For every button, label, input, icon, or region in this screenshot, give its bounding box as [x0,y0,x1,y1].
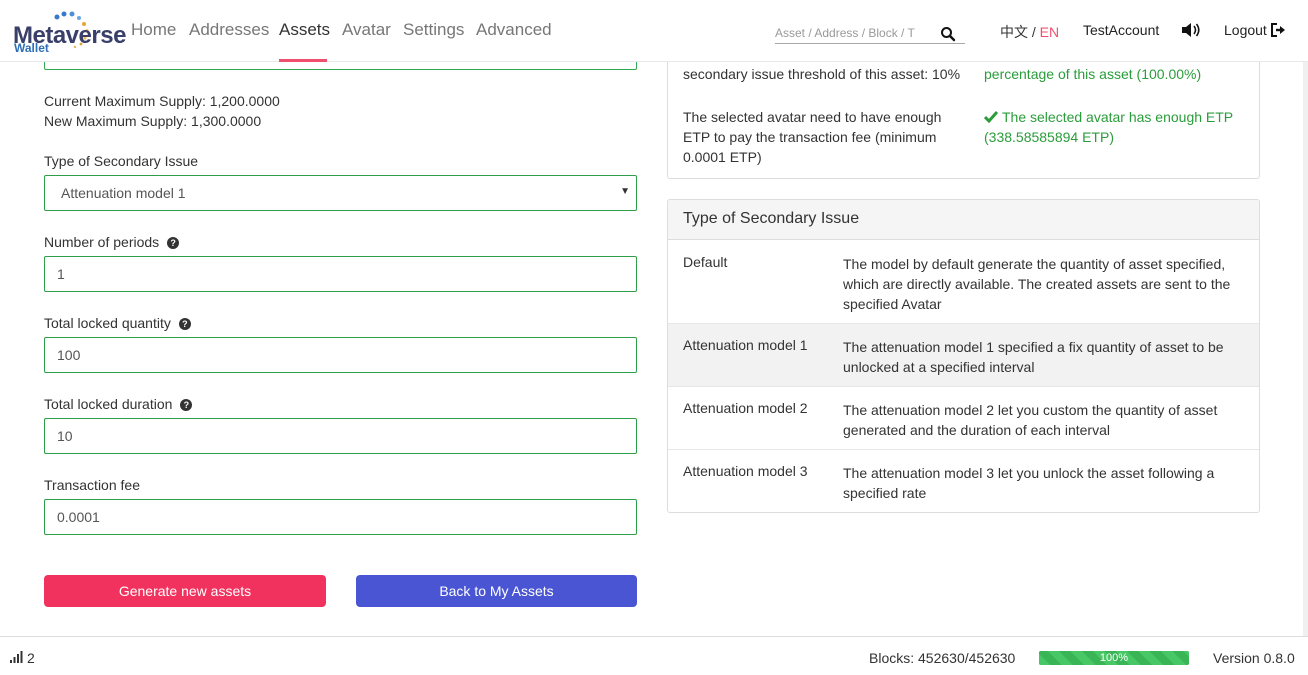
app-version: Version 0.8.0 [1213,650,1295,666]
type-label: Type of Secondary Issue [44,153,199,169]
nav-avatar[interactable]: Avatar [342,20,391,40]
locked-duration-label-text: Total locked duration [44,396,173,412]
help-icon[interactable]: ? [178,318,191,330]
search-input[interactable] [775,24,935,42]
table-row: Attenuation model 3 The attenuation mode… [668,450,1259,512]
logo-subtext: Wallet [14,41,49,55]
lang-en-link[interactable]: EN [1040,24,1059,40]
logout-icon[interactable] [1270,22,1286,38]
etp-requirement-line-2: ETP to pay the transaction fee (minimum [683,129,937,145]
peer-count: 2 [27,650,35,666]
lang-zh-link[interactable]: 中文 [1000,24,1028,40]
fee-label: Transaction fee [44,477,140,493]
sync-progress-label: 100% [1099,652,1129,664]
locked-qty-input[interactable]: 100 [44,337,637,373]
locked-qty-label: Total locked quantity? [44,315,191,331]
search-box [775,24,965,44]
active-tab-indicator [279,59,327,62]
model-name: Default [683,254,728,270]
threshold-text: secondary issue threshold of this asset:… [683,66,961,82]
locked-duration-input[interactable]: 10 [44,418,637,454]
model-description: The attenuation model 1 specified a fix … [843,339,1224,375]
chevron-down-icon: ▼ [620,186,630,197]
locked-qty-label-text: Total locked quantity [44,315,171,331]
block-height: Blocks: 452630/452630 [869,650,1016,666]
page-scrollbar[interactable] [1303,62,1308,636]
help-icon[interactable]: ? [180,399,193,411]
nav-addresses[interactable]: Addresses [189,20,269,40]
etp-result-line-2: (338.58585894 ETP) [984,129,1114,145]
panel-header: Type of Secondary Issue [668,200,1259,240]
model-description: The attenuation model 3 let you unlock t… [843,465,1215,501]
nav-advanced[interactable]: Advanced [476,20,552,40]
locked-qty-value: 100 [57,347,81,363]
model-description: The attenuation model 2 let you custom t… [843,402,1218,438]
search-icon[interactable] [940,26,956,42]
nav-settings[interactable]: Settings [403,20,464,40]
periods-value: 1 [57,266,65,282]
type-select[interactable]: Attenuation model 1 ▼ [44,175,637,211]
sound-icon[interactable] [1181,22,1201,38]
current-max-supply: Current Maximum Supply: 1,200.0000 [44,93,280,109]
model-name: Attenuation model 1 [683,337,808,353]
fee-input[interactable]: 0.0001 [44,499,637,535]
threshold-result: percentage of this asset (100.00%) [984,66,1202,82]
logout-button[interactable]: Logout [1224,22,1267,38]
secondary-issue-types-panel: Type of Secondary Issue Default The mode… [667,199,1260,513]
periods-label-text: Number of periods [44,234,160,250]
table-row: Attenuation model 1 The attenuation mode… [668,324,1259,387]
back-to-assets-button[interactable]: Back to My Assets [356,575,637,607]
fee-value: 0.0001 [57,509,100,525]
top-navbar: Metaverse Wallet Home Addresses Assets A… [0,0,1308,62]
lang-separator: / [1028,24,1040,40]
model-description: The model by default generate the quanti… [843,256,1231,312]
table-row: Attenuation model 2 The attenuation mode… [668,387,1259,450]
nav-home[interactable]: Home [131,20,176,40]
type-select-value: Attenuation model 1 [61,185,186,201]
language-switcher: 中文 / EN [1000,22,1059,42]
locked-duration-label: Total locked duration? [44,396,193,412]
etp-requirement-line-3: 0.0001 ETP) [683,149,762,165]
sync-progress-bar: 100% [1039,651,1189,665]
status-bar: 2 Blocks: 452630/452630 100% Version 0.8… [0,636,1308,675]
account-name[interactable]: TestAccount [1083,22,1159,38]
help-icon[interactable]: ? [167,237,180,249]
etp-result-line-1: The selected avatar has enough ETP [984,107,1233,127]
model-name: Attenuation model 2 [683,400,808,416]
check-icon [984,111,998,123]
periods-label: Number of periods? [44,234,180,250]
generate-assets-button[interactable]: Generate new assets [44,575,326,607]
panel-title: Type of Secondary Issue [683,210,860,227]
etp-result-text: The selected avatar has enough ETP [1002,109,1234,125]
metaverse-logo[interactable]: Metaverse Wallet [13,10,126,55]
periods-input[interactable]: 1 [44,256,637,292]
model-name: Attenuation model 3 [683,463,808,479]
locked-duration-value: 10 [57,428,73,444]
nav-assets[interactable]: Assets [279,20,330,40]
table-row: Default The model by default generate th… [668,241,1259,324]
etp-requirement-line-1: The selected avatar need to have enough [683,109,942,125]
signal-icon [10,651,23,663]
new-max-supply: New Maximum Supply: 1,300.0000 [44,113,262,129]
